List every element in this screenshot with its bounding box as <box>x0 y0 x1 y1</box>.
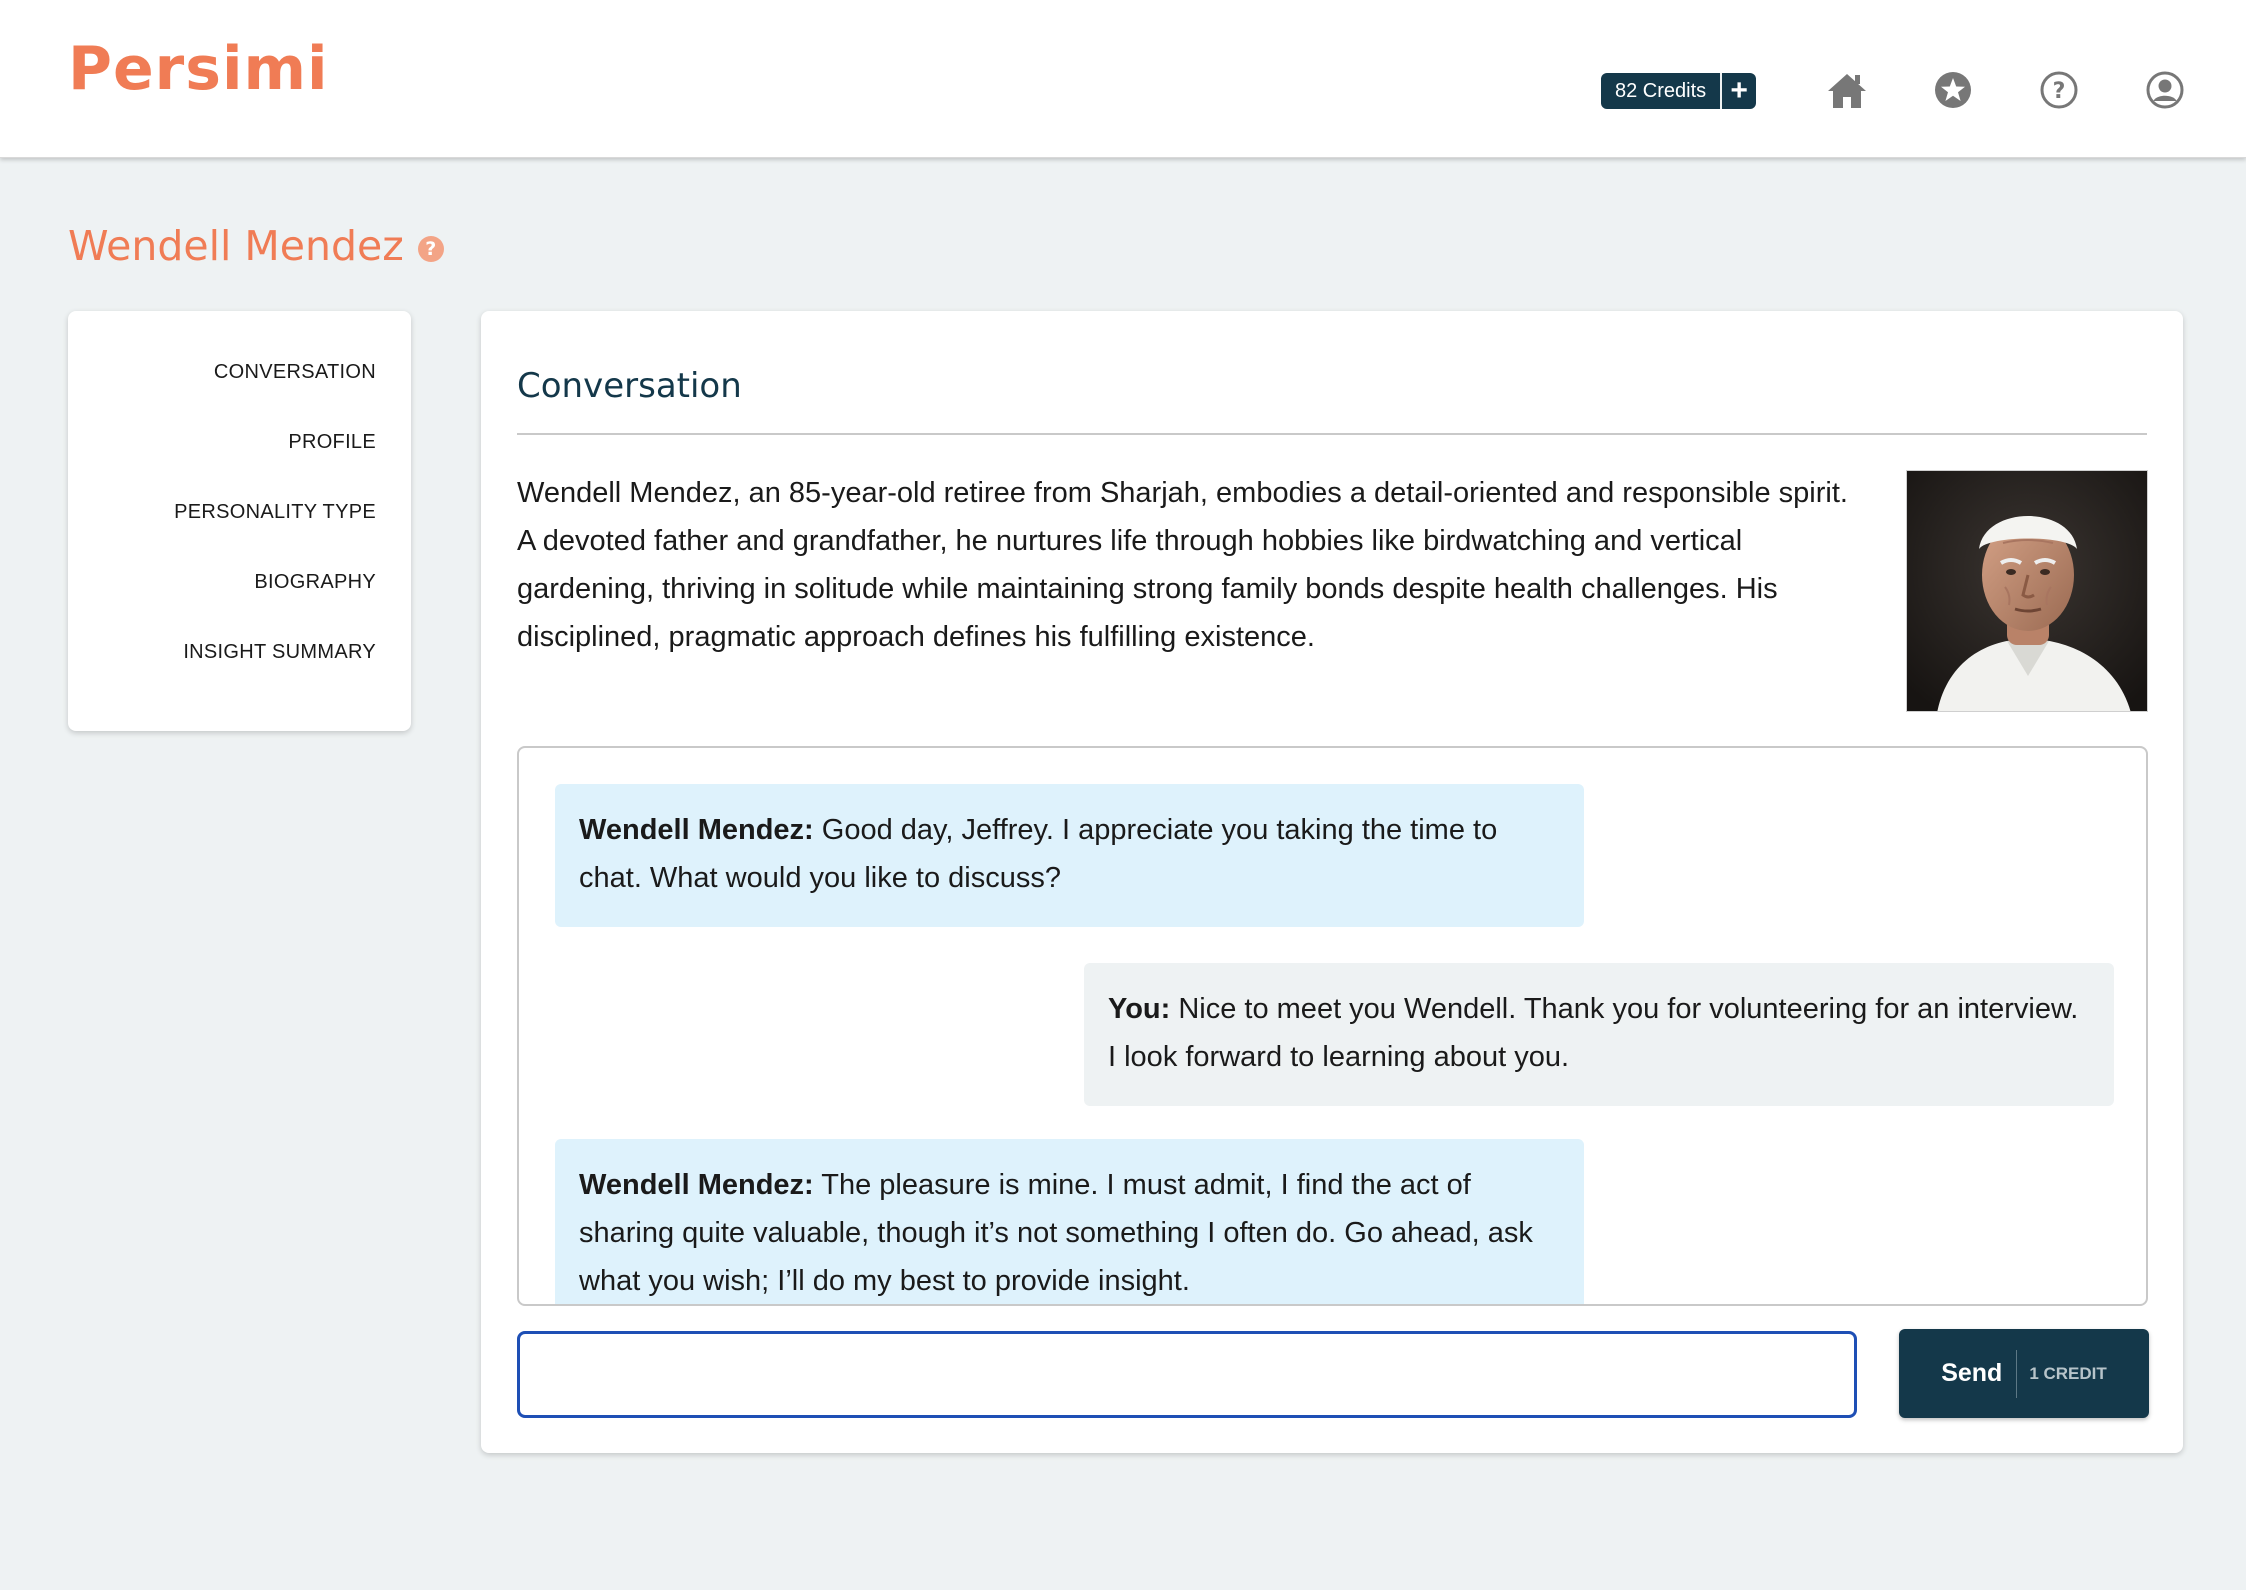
persona-portrait <box>1906 470 2148 712</box>
send-button[interactable]: Send 1 CREDIT <box>1899 1329 2149 1418</box>
conversation-panel: Conversation Wendell Mendez, an 85-year-… <box>481 311 2183 1453</box>
page-title: Wendell Mendez ? <box>68 222 444 270</box>
help-icon[interactable]: ? <box>2037 68 2081 112</box>
sidebar-item-personality-type[interactable]: PERSONALITY TYPE <box>68 501 411 571</box>
send-label: Send <box>1941 1359 2003 1387</box>
app-logo[interactable]: Persimi <box>68 34 329 104</box>
message-speaker: Wendell Mendez: <box>579 1169 814 1201</box>
credits-count[interactable]: 82 Credits <box>1601 73 1720 109</box>
star-icon[interactable] <box>1931 68 1975 112</box>
account-icon[interactable] <box>2143 68 2187 112</box>
sidebar-item-conversation[interactable]: CONVERSATION <box>68 361 411 431</box>
section-sidebar: CONVERSATION PROFILE PERSONALITY TYPE BI… <box>68 311 411 731</box>
sidebar-item-insight-summary[interactable]: INSIGHT SUMMARY <box>68 641 411 711</box>
chat-transcript[interactable]: Wendell Mendez: Good day, Jeffrey. I app… <box>517 746 2148 1306</box>
home-icon[interactable] <box>1825 68 1869 112</box>
add-credits-button[interactable]: + <box>1720 73 1756 109</box>
message-speaker: You: <box>1108 993 1171 1025</box>
sidebar-item-biography[interactable]: BIOGRAPHY <box>68 571 411 641</box>
persona-name: Wendell Mendez <box>68 222 404 270</box>
svg-text:?: ? <box>2053 79 2066 104</box>
divider <box>517 433 2147 435</box>
message-speaker: Wendell Mendez: <box>579 814 814 846</box>
persona-help-icon[interactable]: ? <box>417 236 444 262</box>
chat-message-persona: Wendell Mendez: Good day, Jeffrey. I app… <box>555 784 1584 927</box>
message-input[interactable] <box>517 1331 1857 1418</box>
send-cost: 1 CREDIT <box>2029 1363 2107 1383</box>
persona-summary: Wendell Mendez, an 85-year-old retiree f… <box>517 477 1848 653</box>
sidebar-item-profile[interactable]: PROFILE <box>68 431 411 501</box>
chat-message-user: You: Nice to meet you Wendell. Thank you… <box>1084 963 2114 1106</box>
chat-message-persona: Wendell Mendez: The pleasure is mine. I … <box>555 1139 1584 1304</box>
message-text: Nice to meet you Wendell. Thank you for … <box>1108 993 2079 1073</box>
top-bar: Persimi 82 Credits + ? <box>0 0 2246 158</box>
section-title: Conversation <box>517 366 742 406</box>
credits-badge[interactable]: 82 Credits + <box>1601 73 1757 109</box>
